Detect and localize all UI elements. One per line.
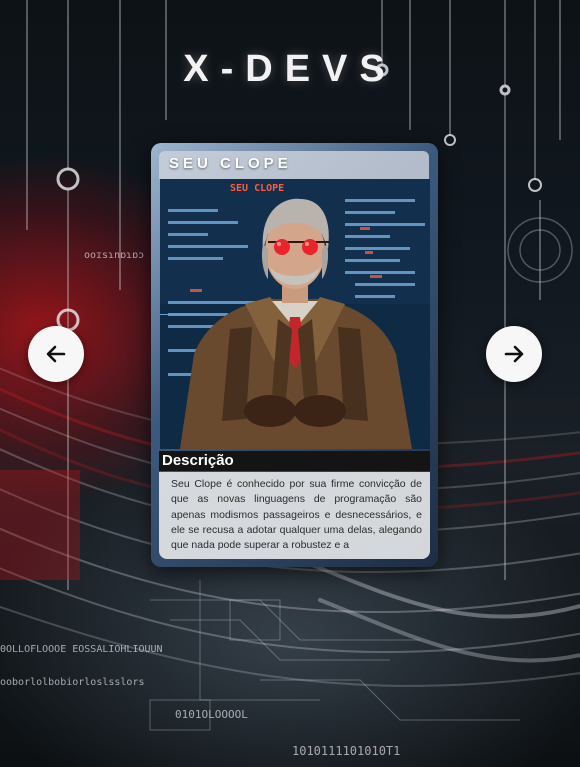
bg-binary-text-2: 0OLLOFLOOOE EOSSALIOHLIOUUN	[0, 644, 163, 655]
page: ooɪsɿnɒɿɒɔ 0OLLOFLOOOE EOSSALIOHLIOUUN o…	[0, 0, 580, 767]
description-title: Descrição	[159, 451, 430, 471]
bg-binary-text-5: 1010111101010T1	[292, 744, 400, 758]
bg-binary-text-1: ooɪsɿnɒɿɒɔ	[84, 250, 144, 261]
site-title: X-DEVS	[183, 48, 397, 90]
arrow-left-icon	[46, 345, 66, 363]
character-portrait: SEU CLOPE	[160, 179, 430, 449]
bg-binary-text-3: ooborlolbobiorloslsslors	[0, 677, 145, 688]
portrait-screen-label: SEU CLOPE	[230, 183, 284, 194]
character-card: SEU CLOPE SEU CLOPE Descrição Seu Clope …	[151, 143, 438, 567]
arrow-right-icon	[504, 345, 524, 363]
card-name: SEU CLOPE	[169, 155, 292, 172]
description-box: Seu Clope é conhecido por sua firme conv…	[159, 472, 430, 559]
next-button[interactable]	[486, 326, 542, 382]
description-text: Seu Clope é conhecido por sua firme conv…	[171, 478, 422, 552]
previous-button[interactable]	[28, 326, 84, 382]
bg-binary-text-4: 0101OLOOOOL	[175, 708, 248, 721]
card-name-bar: SEU CLOPE	[159, 151, 429, 179]
